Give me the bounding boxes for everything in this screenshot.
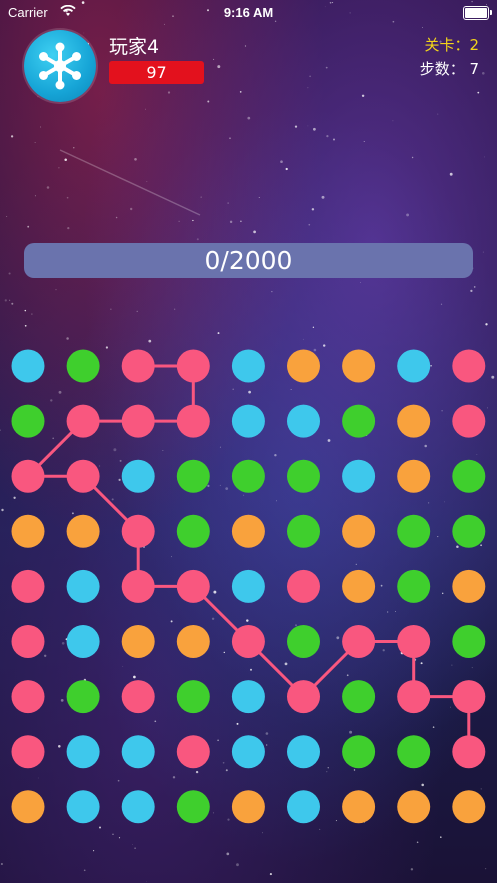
dot-orange[interactable] xyxy=(397,459,431,493)
dot-blue[interactable] xyxy=(66,625,100,658)
dot-pink[interactable] xyxy=(452,349,486,383)
dot-orange[interactable] xyxy=(66,514,100,548)
dot-pink[interactable] xyxy=(176,349,210,383)
dot-pink[interactable] xyxy=(176,569,210,603)
dot-blue[interactable] xyxy=(231,349,265,383)
dot-orange[interactable] xyxy=(452,790,486,824)
dot-blue[interactable] xyxy=(287,790,320,824)
dot-pink[interactable] xyxy=(287,680,320,714)
dot-blue[interactable] xyxy=(121,459,155,493)
dot-blue[interactable] xyxy=(342,459,376,493)
dot-green[interactable] xyxy=(176,514,210,548)
dot-orange[interactable] xyxy=(176,625,210,658)
dot-green[interactable] xyxy=(66,349,100,383)
dot-blue[interactable] xyxy=(231,680,265,714)
dot-pink[interactable] xyxy=(452,680,486,714)
dot-pink[interactable] xyxy=(452,404,486,438)
dot-orange[interactable] xyxy=(11,514,45,548)
dot-green[interactable] xyxy=(176,459,210,493)
dot-pink[interactable] xyxy=(121,349,155,383)
dot-pink[interactable] xyxy=(397,625,431,658)
dot-pink[interactable] xyxy=(11,569,45,603)
dot-pink[interactable] xyxy=(176,735,210,769)
dot-orange[interactable] xyxy=(342,349,376,383)
dot-green[interactable] xyxy=(66,680,100,714)
dot-orange[interactable] xyxy=(231,514,265,548)
dot-green[interactable] xyxy=(11,404,45,438)
dot-pink[interactable] xyxy=(121,680,155,714)
dot-pink[interactable] xyxy=(176,404,210,438)
dot-pink[interactable] xyxy=(11,680,45,714)
dot-green[interactable] xyxy=(452,625,486,658)
dot-green[interactable] xyxy=(287,625,320,658)
dot-blue[interactable] xyxy=(287,404,320,438)
dot-orange[interactable] xyxy=(121,625,155,658)
dot-green[interactable] xyxy=(452,514,486,548)
dot-green[interactable] xyxy=(287,459,320,493)
dot-green[interactable] xyxy=(342,404,376,438)
dot-orange[interactable] xyxy=(342,569,376,603)
dot-orange[interactable] xyxy=(397,790,431,824)
dot-green[interactable] xyxy=(176,680,210,714)
dot-orange[interactable] xyxy=(11,790,45,824)
dot-green[interactable] xyxy=(231,459,265,493)
dot-orange[interactable] xyxy=(397,404,431,438)
dot-pink[interactable] xyxy=(397,680,431,714)
dot-orange[interactable] xyxy=(231,790,265,824)
dot-blue[interactable] xyxy=(231,735,265,769)
dot-blue[interactable] xyxy=(231,569,265,603)
dot-pink[interactable] xyxy=(231,625,265,658)
dot-pink[interactable] xyxy=(452,735,486,769)
dot-pink[interactable] xyxy=(11,459,45,493)
dot-green[interactable] xyxy=(176,790,210,824)
dot-orange[interactable] xyxy=(287,349,320,383)
dot-green[interactable] xyxy=(287,514,320,548)
dot-orange[interactable] xyxy=(342,514,376,548)
dot-pink[interactable] xyxy=(11,735,45,769)
dot-green[interactable] xyxy=(342,735,376,769)
dot-pink[interactable] xyxy=(287,569,320,603)
dot-blue[interactable] xyxy=(11,349,45,383)
dot-pink[interactable] xyxy=(121,569,155,603)
dot-blue[interactable] xyxy=(287,735,320,769)
dot-blue[interactable] xyxy=(66,790,100,824)
dot-green[interactable] xyxy=(452,459,486,493)
dot-orange[interactable] xyxy=(342,790,376,824)
dot-pink[interactable] xyxy=(66,459,100,493)
dot-blue[interactable] xyxy=(121,735,155,769)
dot-orange[interactable] xyxy=(452,569,486,603)
dot-pink[interactable] xyxy=(121,404,155,438)
dot-blue[interactable] xyxy=(121,790,155,824)
dot-blue[interactable] xyxy=(66,735,100,769)
dot-blue[interactable] xyxy=(397,349,431,383)
dot-green[interactable] xyxy=(342,680,376,714)
dot-blue[interactable] xyxy=(66,569,100,603)
dot-blue[interactable] xyxy=(231,404,265,438)
dot-green[interactable] xyxy=(397,514,431,548)
dot-green[interactable] xyxy=(397,735,431,769)
dot-pink[interactable] xyxy=(342,625,376,658)
dot-pink[interactable] xyxy=(66,404,100,438)
dot-pink[interactable] xyxy=(121,514,155,548)
dot-green[interactable] xyxy=(397,569,431,603)
dot-board[interactable] xyxy=(0,0,497,883)
dot-pink[interactable] xyxy=(11,625,45,658)
